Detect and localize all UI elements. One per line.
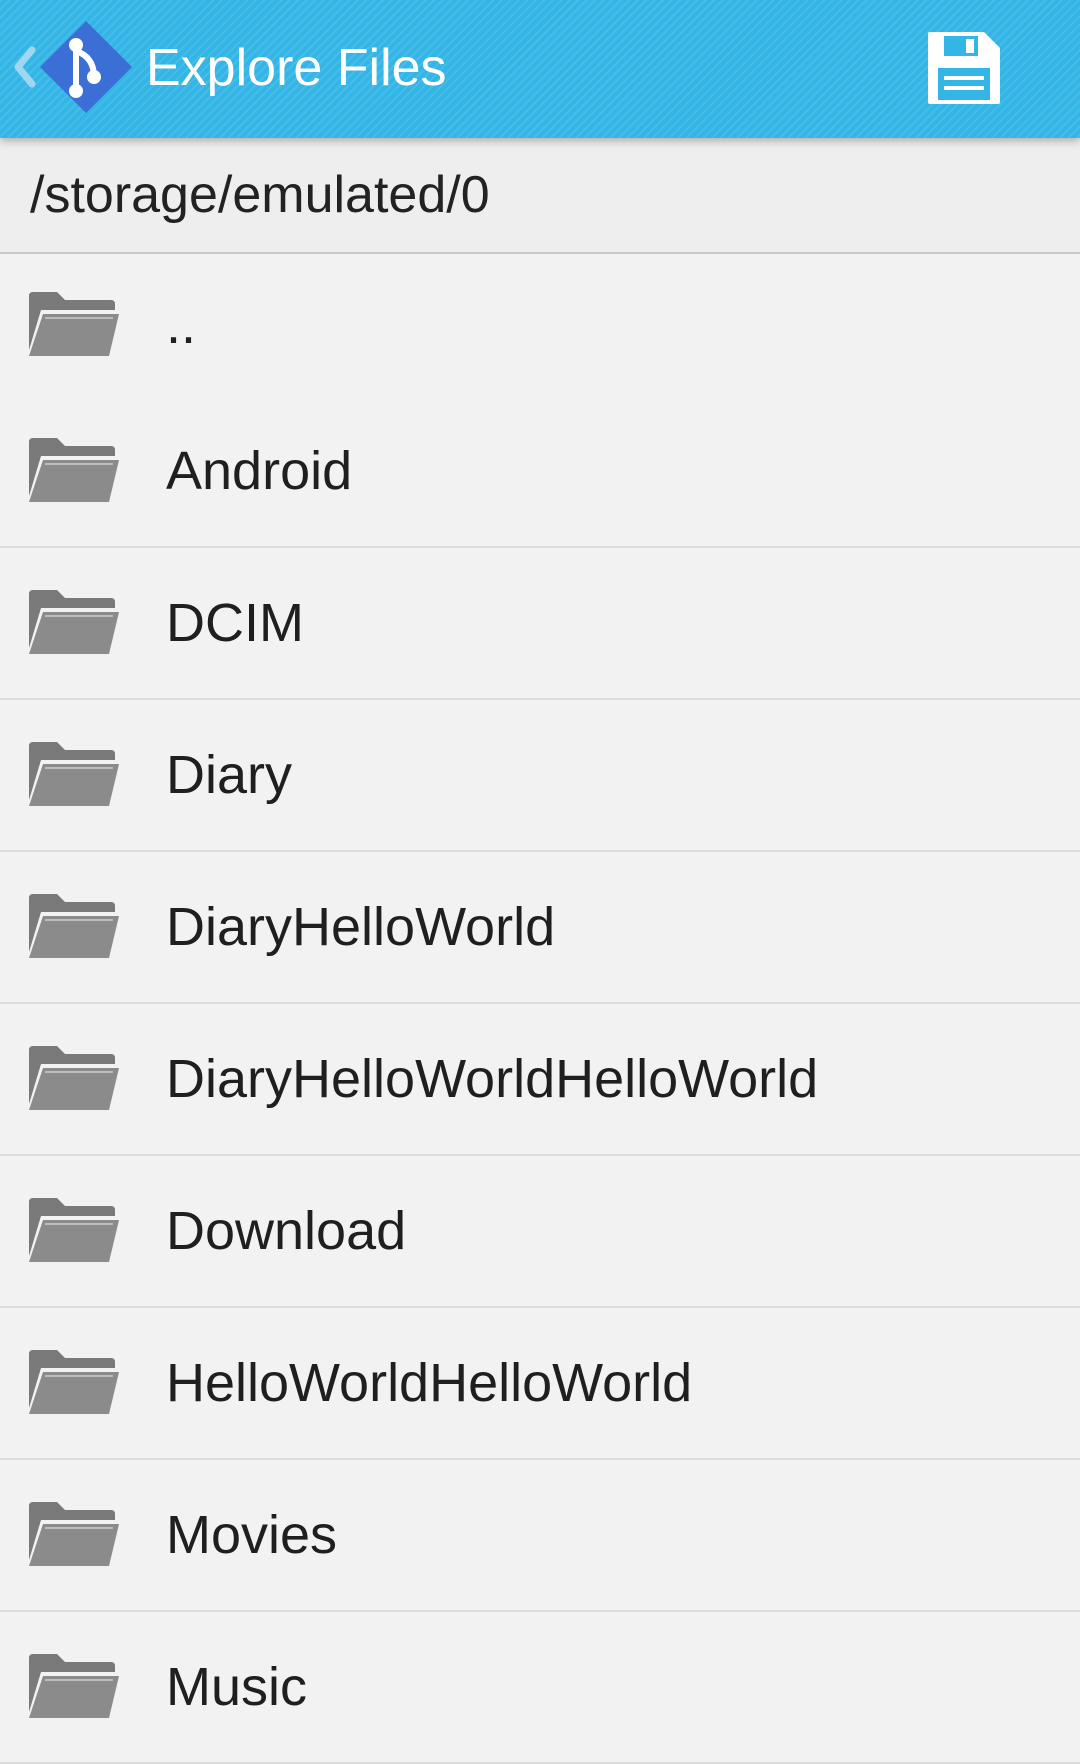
- file-name: Android: [166, 441, 353, 501]
- folder-icon: [29, 438, 119, 502]
- file-name: Diary: [166, 745, 293, 805]
- folder-icon: [29, 1502, 119, 1566]
- folder-icon: [29, 1046, 119, 1110]
- folder-icon: [29, 742, 119, 806]
- list-item[interactable]: HelloWorldHelloWorld: [0, 1308, 1080, 1460]
- file-list: .. Android DCIM Diary DiaryHelloWorld Di…: [0, 254, 1080, 1764]
- file-name: HelloWorldHelloWorld: [166, 1353, 693, 1413]
- folder-icon: [29, 1198, 119, 1262]
- folder-icon: [29, 1350, 119, 1414]
- file-name: Movies: [166, 1505, 338, 1565]
- list-item-parent-directory[interactable]: ..: [0, 254, 1080, 396]
- file-name: DCIM: [166, 593, 304, 653]
- save-button[interactable]: [924, 28, 1004, 108]
- app-bar: Explore Files: [0, 0, 1080, 138]
- list-item[interactable]: Android: [0, 396, 1080, 548]
- page-title: Explore Files: [146, 39, 447, 97]
- folder-icon: [29, 894, 119, 958]
- list-item[interactable]: Movies: [0, 1460, 1080, 1612]
- list-item[interactable]: Music: [0, 1612, 1080, 1764]
- list-item[interactable]: Diary: [0, 700, 1080, 852]
- list-item[interactable]: DiaryHelloWorld: [0, 852, 1080, 1004]
- file-name: DiaryHelloWorld: [166, 897, 556, 957]
- file-name: DiaryHelloWorldHelloWorld: [166, 1049, 819, 1109]
- folder-icon: [29, 590, 119, 654]
- file-name: ..: [166, 295, 197, 355]
- current-path: /storage/emulated/0: [0, 138, 1080, 254]
- folder-icon: [29, 292, 119, 356]
- file-name: Music: [166, 1657, 308, 1717]
- list-item[interactable]: DCIM: [0, 548, 1080, 700]
- folder-icon: [29, 1654, 119, 1718]
- git-branch-diamond-logo[interactable]: [36, 17, 136, 117]
- file-name: Download: [166, 1201, 407, 1261]
- list-item[interactable]: Download: [0, 1156, 1080, 1308]
- list-item[interactable]: DiaryHelloWorldHelloWorld: [0, 1004, 1080, 1156]
